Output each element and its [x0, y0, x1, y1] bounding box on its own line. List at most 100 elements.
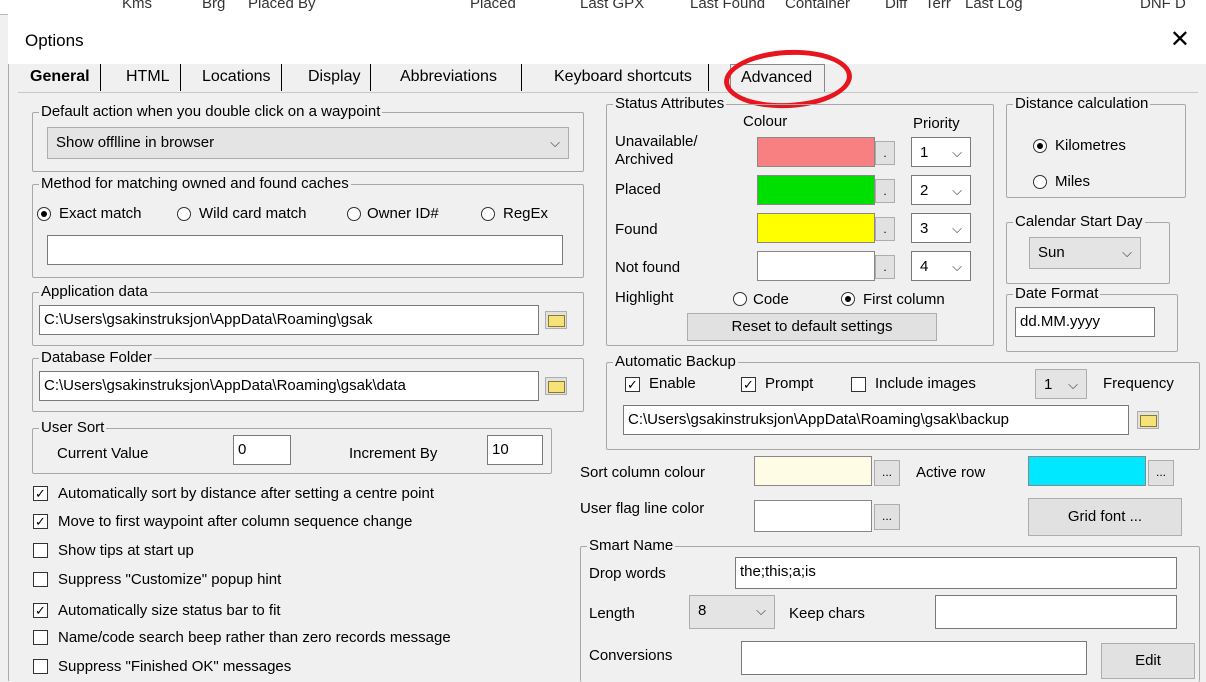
priority-header: Priority [913, 115, 960, 132]
backup-group: Automatic Backup ✓ Enable ✓ Prompt Inclu… [606, 353, 1200, 450]
select-value: Sun [1038, 244, 1065, 261]
window-title: Options [25, 31, 84, 50]
radio-exact-match[interactable] [37, 207, 51, 221]
keep-chars-input[interactable] [935, 595, 1177, 629]
tab-locations[interactable]: Locations [192, 64, 282, 91]
calendar-group: Calendar Start Day Sun ⌵ [1006, 213, 1170, 284]
folder-icon[interactable] [545, 311, 567, 329]
chevron-down-icon: ⌵ [952, 259, 962, 274]
radio-regex[interactable] [481, 207, 495, 221]
matching-value-input[interactable] [47, 235, 563, 265]
colour-picker-button[interactable]: . [875, 179, 895, 203]
tab-abbreviations[interactable]: Abbreviations [390, 64, 522, 91]
bg-col: Last Log [965, 0, 1023, 12]
bg-col: Placed [470, 0, 516, 12]
priority-select-not-found[interactable]: 4 ⌵ [911, 251, 971, 281]
checkbox-show-tips[interactable] [33, 543, 48, 558]
tab-general[interactable]: General [24, 64, 101, 91]
checkbox-backup-enable[interactable]: ✓ [625, 377, 640, 392]
checkbox-label: Prompt [765, 375, 814, 392]
checkbox-suppress-finished[interactable] [33, 659, 48, 674]
priority-select-found[interactable]: 3 ⌵ [911, 213, 971, 243]
tab-keyboard-shortcuts[interactable]: Keyboard shortcuts [544, 64, 709, 91]
checkbox-move-first[interactable]: ✓ [33, 514, 48, 529]
radio-label: Code [753, 291, 789, 308]
double-click-action-select[interactable]: Show offlline in browser ⌵ [47, 127, 569, 159]
reset-default-button[interactable]: Reset to default settings [687, 313, 937, 341]
folder-icon[interactable] [1137, 411, 1159, 429]
bg-col: Brg [202, 0, 226, 12]
bg-col: DNF D [1140, 0, 1186, 12]
conversions-label: Conversions [589, 647, 673, 664]
chevron-down-icon: ⌵ [952, 221, 962, 236]
bg-col: Terr [925, 0, 951, 12]
chevron-down-icon: ⌵ [756, 603, 766, 618]
colour-picker-button[interactable]: . [875, 255, 895, 279]
bg-col: Container [785, 0, 851, 12]
checkbox-label: Automatically size status bar to fit [58, 602, 281, 619]
checkbox-label: Suppress "Finished OK" messages [58, 658, 292, 675]
active-row-picker-button[interactable]: ... [1148, 460, 1174, 486]
checkbox-auto-size-status[interactable]: ✓ [33, 603, 48, 618]
checkbox-search-beep[interactable] [33, 630, 48, 645]
active-row-label: Active row [916, 464, 986, 481]
chevron-down-icon: ⌵ [1068, 377, 1078, 392]
radio-label: Wild card match [199, 205, 307, 222]
highlight-label: Highlight [615, 289, 674, 306]
radio-label: RegEx [503, 205, 549, 222]
radio-wildcard-match[interactable] [177, 207, 191, 221]
backup-path-input[interactable]: C:\Users\gsakinstruksjon\AppData\Roaming… [623, 405, 1129, 435]
date-format-input[interactable]: dd.MM.yyyy [1015, 307, 1155, 337]
background-grid-header: Kms Brg Placed By Placed Last GPX Last F… [0, 0, 1206, 15]
double-click-group: Default action when you double click on … [32, 103, 584, 172]
radio-highlight-code[interactable] [733, 292, 747, 306]
radio-label: Exact match [59, 205, 142, 222]
checkbox-auto-sort[interactable]: ✓ [33, 486, 48, 501]
date-format-group: Date Format dd.MM.yyyy [1006, 285, 1178, 352]
keep-chars-label: Keep chars [789, 605, 865, 622]
user-flag-picker-button[interactable]: ... [874, 504, 900, 530]
tab-display[interactable]: Display [298, 64, 372, 91]
priority-select-placed[interactable]: 2 ⌵ [911, 175, 971, 205]
select-value: 1 [920, 144, 929, 161]
select-value: Show offlline in browser [56, 134, 215, 151]
length-select[interactable]: 8 ⌵ [689, 595, 775, 629]
radio-owner-id[interactable] [347, 207, 361, 221]
edit-conversions-button[interactable]: Edit [1101, 643, 1195, 679]
current-value-input[interactable]: 0 [233, 435, 291, 465]
frequency-select[interactable]: 1 ⌵ [1035, 369, 1087, 399]
calendar-start-day-select[interactable]: Sun ⌵ [1029, 237, 1141, 269]
checkbox-include-images[interactable] [851, 377, 866, 392]
colour-picker-button[interactable]: . [875, 217, 895, 241]
group-label: Smart Name [587, 537, 676, 555]
checkbox-label: Include images [875, 375, 976, 392]
checkbox-suppress-customize[interactable] [33, 572, 48, 587]
tab-html[interactable]: HTML [116, 64, 181, 91]
select-value: 3 [920, 220, 929, 237]
radio-miles[interactable] [1033, 175, 1047, 189]
select-value: 4 [920, 258, 929, 275]
increment-input[interactable]: 10 [487, 435, 543, 465]
radio-highlight-first-column[interactable] [841, 292, 855, 306]
close-icon[interactable]: ✕ [1170, 28, 1190, 52]
grid-font-button[interactable]: Grid font ... [1028, 498, 1182, 536]
checkbox-backup-prompt[interactable]: ✓ [741, 377, 756, 392]
drop-words-label: Drop words [589, 565, 666, 582]
group-label: Method for matching owned and found cach… [39, 175, 351, 193]
group-label: Status Attributes [613, 95, 727, 113]
folder-icon[interactable] [545, 377, 567, 395]
db-folder-path-input[interactable]: C:\Users\gsakinstruksjon\AppData\Roaming… [39, 371, 539, 401]
conversions-input[interactable] [741, 641, 1087, 675]
drop-words-input[interactable]: the;this;a;is [735, 557, 1177, 589]
radio-kilometres[interactable] [1033, 139, 1047, 153]
sort-colour-label: Sort column colour [580, 464, 706, 481]
priority-select-unavailable[interactable]: 1 ⌵ [911, 137, 971, 167]
sort-colour-picker-button[interactable]: ... [874, 460, 900, 486]
frequency-label: Frequency [1103, 375, 1174, 392]
colour-picker-button[interactable]: . [875, 141, 895, 165]
user-flag-swatch [754, 500, 872, 532]
app-data-path-input[interactable]: C:\Users\gsakinstruksjon\AppData\Roaming… [39, 305, 539, 335]
group-label: Date Format [1013, 285, 1101, 303]
group-label: Automatic Backup [613, 353, 738, 371]
checkbox-label: Show tips at start up [58, 542, 194, 559]
